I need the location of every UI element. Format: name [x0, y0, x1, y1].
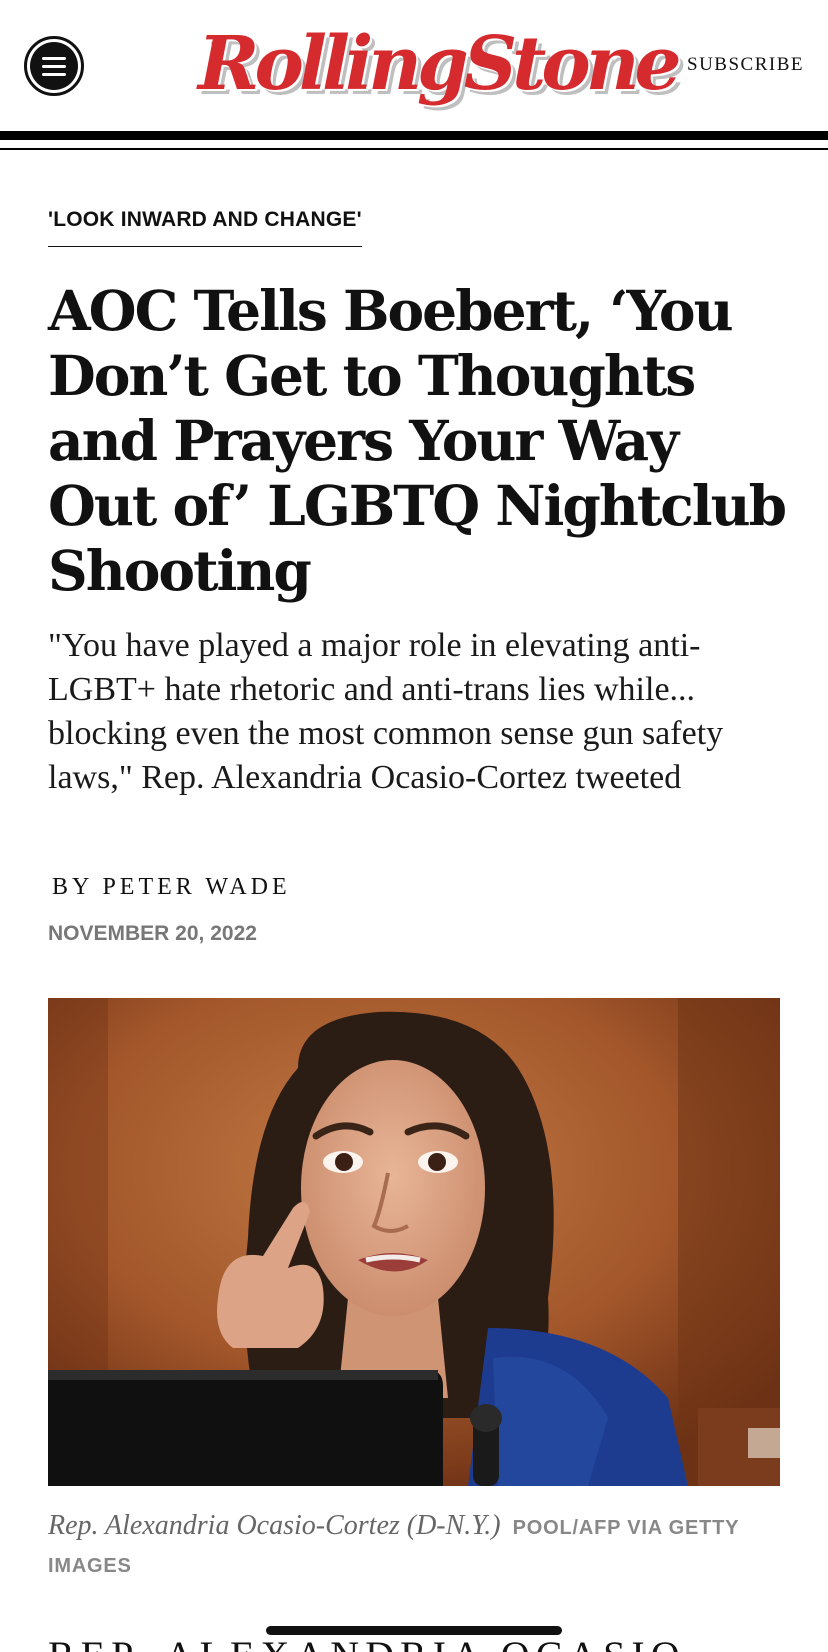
next-section-heading: REP. ALEXANDRIA OCASIO- [48, 1634, 705, 1652]
home-indicator[interactable] [266, 1626, 562, 1635]
portrait-illustration [48, 998, 780, 1486]
hamburger-menu-icon [30, 42, 78, 90]
header-divider-thin [0, 148, 828, 150]
article-headline: AOC Tells Boebert, ‘You Don’t Get to Tho… [48, 278, 787, 603]
caption-text: Rep. Alexandria Ocasio-Cortez (D-N.Y.) [48, 1510, 501, 1541]
article-photo[interactable] [48, 998, 780, 1486]
photo-caption: Rep. Alexandria Ocasio-Cortez (D-N.Y.) P… [48, 1508, 788, 1586]
subscribe-link[interactable]: SUBSCRIBE [687, 54, 804, 76]
site-logo[interactable]: RollingStone [198, 14, 682, 114]
article-kicker[interactable]: 'LOOK INWARD AND CHANGE' [48, 208, 362, 247]
article-dek: "You have played a major role in elevati… [48, 627, 724, 796]
article-date: NOVEMBER 20, 2022 [48, 922, 257, 945]
site-header: RollingStone SUBSCRIBE [0, 0, 828, 130]
next-section-heading-text: REP. ALEXANDRIA OCASIO- [48, 1636, 705, 1652]
menu-button[interactable] [24, 36, 84, 96]
header-divider-thick [0, 131, 828, 140]
article-byline[interactable]: BY PETER WADE [52, 874, 291, 901]
